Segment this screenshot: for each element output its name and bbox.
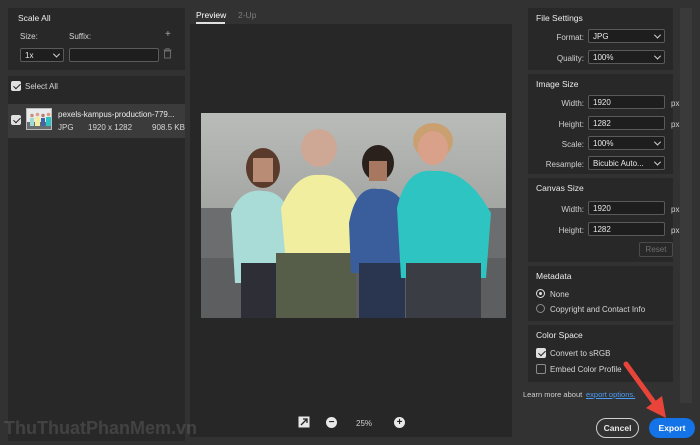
watermark-logo: ThuThuatPhanMem.vn xyxy=(4,418,197,438)
convert-srgb-label: Convert to sRGB xyxy=(550,349,611,358)
canvas-width-input[interactable]: 1920 xyxy=(588,201,665,215)
resample-select[interactable]: Bicubic Auto... xyxy=(588,156,665,170)
select-all-label: Select All xyxy=(25,82,58,91)
zoom-in-icon[interactable]: + xyxy=(394,417,405,428)
suffix-input[interactable] xyxy=(69,48,159,62)
file-checkbox[interactable] xyxy=(11,115,21,125)
image-width-value: 1920 xyxy=(593,98,611,107)
file-list-panel: Select All pexels-kampus-production-779.… xyxy=(8,76,185,441)
export-button[interactable]: Export xyxy=(649,418,695,438)
quality-select[interactable]: 100% xyxy=(588,50,665,64)
metadata-none-label: None xyxy=(550,290,570,299)
learn-more-text: Learn more about xyxy=(523,390,583,399)
file-size: 908.5 KB xyxy=(152,123,185,132)
file-thumbnail xyxy=(26,108,52,130)
file-name: pexels-kampus-production-779... xyxy=(58,110,175,119)
file-settings-title: File Settings xyxy=(536,13,583,23)
image-width-unit: px xyxy=(671,99,680,108)
resample-select-value: Bicubic Auto... xyxy=(593,159,644,168)
image-height-unit: px xyxy=(671,120,680,129)
select-all-checkbox[interactable] xyxy=(11,81,21,91)
chevron-down-icon xyxy=(653,158,662,166)
metadata-panel: Metadata None Copyright and Contact Info xyxy=(528,266,673,321)
size-select[interactable]: 1x xyxy=(20,48,64,62)
image-width-input[interactable]: 1920 xyxy=(588,95,665,109)
tab-2-up[interactable]: 2-Up xyxy=(238,10,256,20)
embed-profile-label: Embed Color Profile xyxy=(550,365,622,374)
fit-to-screen-icon[interactable] xyxy=(298,416,310,430)
embed-profile-checkbox[interactable] xyxy=(536,364,546,374)
metadata-copyright-label: Copyright and Contact Info xyxy=(550,305,646,314)
format-select-value: JPG xyxy=(593,32,609,41)
image-size-panel: Image Size Width: 1920 px Height: 1282 p… xyxy=(528,74,679,174)
image-size-title: Image Size xyxy=(536,79,579,89)
image-height-input[interactable]: 1282 xyxy=(588,116,665,130)
image-height-label: Height: xyxy=(558,120,584,129)
right-panel-scrollbar[interactable] xyxy=(680,8,692,403)
tab-preview[interactable]: Preview xyxy=(196,10,226,20)
convert-srgb-checkbox[interactable] xyxy=(536,348,546,358)
suffix-label: Suffix: xyxy=(69,32,92,41)
image-height-value: 1282 xyxy=(593,119,611,128)
zoom-level: 25% xyxy=(356,419,373,428)
canvas-width-label: Width: xyxy=(561,205,584,214)
color-space-title: Color Space xyxy=(536,330,583,340)
canvas-size-title: Canvas Size xyxy=(536,183,584,193)
canvas-width-unit: px xyxy=(671,205,680,214)
reset-button[interactable]: Reset xyxy=(639,242,673,257)
canvas-height-unit: px xyxy=(671,226,680,235)
metadata-copyright-radio[interactable] xyxy=(536,304,545,313)
canvas-height-value: 1282 xyxy=(593,225,611,234)
canvas-width-value: 1920 xyxy=(593,204,611,213)
zoom-out-icon[interactable]: − xyxy=(326,417,337,428)
cancel-button[interactable]: Cancel xyxy=(596,418,639,438)
file-settings-panel: File Settings Format: JPG Quality: 100% xyxy=(528,8,673,70)
format-select[interactable]: JPG xyxy=(588,29,665,43)
trash-icon[interactable] xyxy=(163,48,172,61)
quality-select-value: 100% xyxy=(593,53,614,62)
file-list-item[interactable]: pexels-kampus-production-779... JPG 1920… xyxy=(8,104,185,138)
chevron-down-icon xyxy=(653,138,662,146)
red-arrow-icon xyxy=(623,361,666,418)
chevron-down-icon xyxy=(653,52,662,60)
scale-select-value: 100% xyxy=(593,139,614,148)
scale-select[interactable]: 100% xyxy=(588,136,665,150)
metadata-title: Metadata xyxy=(536,271,572,281)
file-dimensions: 1920 x 1282 xyxy=(88,123,133,132)
chevron-down-icon xyxy=(653,31,662,39)
resample-label: Resample: xyxy=(545,160,584,169)
image-width-label: Width: xyxy=(561,99,584,108)
scale-all-panel: Scale All Size: Suffix: + 1x xyxy=(8,8,185,70)
file-format: JPG xyxy=(58,123,74,132)
chevron-down-icon xyxy=(52,50,61,58)
scale-label: Scale: xyxy=(561,140,584,149)
quality-label: Quality: xyxy=(556,54,584,63)
size-label: Size: xyxy=(20,32,38,41)
canvas-size-panel: Canvas Size Width: 1920 px Height: 1282 … xyxy=(528,178,679,262)
canvas-height-input[interactable]: 1282 xyxy=(588,222,665,236)
format-label: Format: xyxy=(556,33,584,42)
metadata-none-radio[interactable] xyxy=(536,289,545,298)
size-select-value: 1x xyxy=(25,51,34,60)
add-icon[interactable]: + xyxy=(165,29,171,40)
canvas-height-label: Height: xyxy=(558,226,584,235)
scale-all-title: Scale All xyxy=(18,13,51,23)
preview-image xyxy=(201,113,506,318)
